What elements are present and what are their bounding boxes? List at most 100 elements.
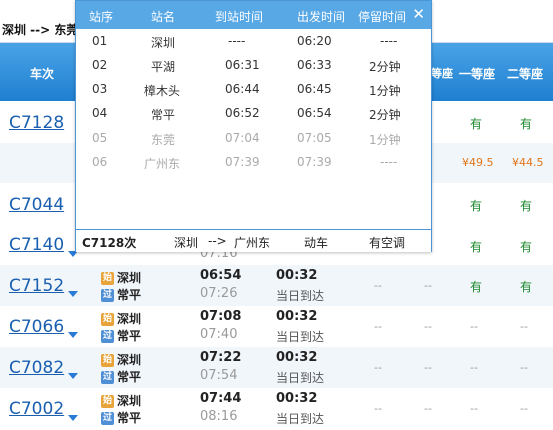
arrival-time: 07:26 xyxy=(200,286,238,301)
header-second-class: 二等座 xyxy=(507,67,544,81)
stop-name: 广州东 xyxy=(144,157,181,171)
second-class-price: ¥44.5 xyxy=(512,156,544,169)
chevron-down-icon[interactable] xyxy=(68,415,78,421)
pass-badge: 过 xyxy=(101,371,114,384)
second-class-availability[interactable]: 有 xyxy=(520,238,532,255)
table-row[interactable]: C7002 始深圳 过常平 07:44 08:16 00:32 当日到达 -- … xyxy=(0,388,553,430)
second-class-availability[interactable]: 有 xyxy=(520,197,532,214)
stop-seq: 03 xyxy=(92,82,108,96)
popup-col-departure: 出发时间 xyxy=(297,10,346,24)
seat-availability: -- xyxy=(374,320,382,333)
popup-stop-row: 05 东莞 07:04 07:05 1分钟 xyxy=(76,127,431,151)
chevron-down-icon[interactable] xyxy=(68,373,78,379)
train-number-link[interactable]: C7128 xyxy=(9,113,64,133)
footer-arrow: --> xyxy=(208,234,227,248)
first-class-availability[interactable]: 有 xyxy=(470,115,482,132)
duration: 00:32 xyxy=(276,350,318,365)
chevron-down-icon[interactable] xyxy=(68,291,78,297)
popup-stop-row: 01 深圳 ---- 06:20 ---- xyxy=(76,30,431,54)
from-station-name: 深圳 xyxy=(117,353,142,367)
footer-ac: 有空调 xyxy=(369,236,406,250)
header-business-seat: 等座 xyxy=(431,67,453,80)
popup-col-arrival: 到站时间 xyxy=(215,10,264,24)
first-class-availability: -- xyxy=(470,320,478,333)
to-station: 过常平 xyxy=(101,286,141,303)
popup-header: 站序 站名 到站时间 出发时间 停留时间 ✕ xyxy=(76,1,431,29)
popup-stop-row: 02 平湖 06:31 06:33 2分钟 xyxy=(76,54,431,78)
stop-name: 樟木头 xyxy=(144,84,181,98)
arrival-day: 当日到达 xyxy=(276,371,325,385)
chevron-down-icon[interactable] xyxy=(68,332,78,338)
start-badge: 始 xyxy=(101,395,114,408)
train-number-link[interactable]: C7152 xyxy=(9,276,64,296)
arrival-day: 当日到达 xyxy=(276,412,325,426)
popup-stop-row: 04 常平 06:52 06:54 2分钟 xyxy=(76,102,431,126)
from-station: 始深圳 xyxy=(101,269,141,286)
from-station-name: 深圳 xyxy=(117,312,142,326)
train-number-link[interactable]: C7002 xyxy=(9,399,64,419)
to-station-name: 常平 xyxy=(117,411,142,425)
pass-badge: 过 xyxy=(101,412,114,425)
arrival-time: 08:16 xyxy=(200,409,238,424)
table-row[interactable]: C7082 始深圳 过常平 07:22 07:54 00:32 当日到达 -- … xyxy=(0,347,553,389)
first-class-availability[interactable]: 有 xyxy=(470,278,482,295)
header-first-class: 一等座 xyxy=(459,67,496,81)
train-number-link[interactable]: C7066 xyxy=(9,317,64,337)
stop-seq: 06 xyxy=(92,155,108,169)
train-stops-popup: 站序 站名 到站时间 出发时间 停留时间 ✕ 01 深圳 ---- 06:20 … xyxy=(75,0,432,252)
to-station-name: 常平 xyxy=(117,288,142,302)
stop-departure: 06:54 xyxy=(297,106,332,120)
footer-from: 深圳 xyxy=(174,236,199,250)
duration: 00:32 xyxy=(276,268,318,283)
to-station: 过常平 xyxy=(101,368,141,385)
start-badge: 始 xyxy=(101,272,114,285)
close-icon[interactable]: ✕ xyxy=(412,5,425,23)
departure-time: 07:22 xyxy=(200,350,242,365)
duration: 00:32 xyxy=(276,309,318,324)
seat-availability: -- xyxy=(374,402,382,415)
first-class-availability[interactable]: 有 xyxy=(470,238,482,255)
stop-stay: 1分钟 xyxy=(369,133,401,147)
from-station: 始深圳 xyxy=(101,392,141,409)
stop-stay: 1分钟 xyxy=(369,84,401,98)
stop-stay: ---- xyxy=(380,34,398,48)
stop-arrival: 06:44 xyxy=(225,82,260,96)
to-station-name: 常平 xyxy=(117,329,142,343)
second-class-availability: -- xyxy=(520,402,528,415)
stop-arrival: 07:04 xyxy=(225,131,260,145)
start-badge: 始 xyxy=(101,354,114,367)
second-class-availability[interactable]: 有 xyxy=(520,115,532,132)
table-row[interactable]: C7152 始深圳 过常平 06:54 07:26 00:32 当日到达 -- … xyxy=(0,265,553,307)
stop-stay: 2分钟 xyxy=(369,60,401,74)
stop-departure: 06:45 xyxy=(297,82,332,96)
first-class-availability: -- xyxy=(470,361,478,374)
to-station: 过常平 xyxy=(101,409,141,426)
departure-time: 06:54 xyxy=(200,268,242,283)
table-row[interactable]: C7066 始深圳 过常平 07:08 07:40 00:32 当日到达 -- … xyxy=(0,306,553,348)
to-station-name: 常平 xyxy=(117,370,142,384)
from-station-name: 深圳 xyxy=(117,394,142,408)
stop-seq: 05 xyxy=(92,131,108,145)
seat-availability: -- xyxy=(424,402,432,415)
second-class-availability[interactable]: 有 xyxy=(520,278,532,295)
train-number-link[interactable]: C7140 xyxy=(9,235,64,255)
footer-train: C7128次 xyxy=(82,236,137,250)
stop-stay: ---- xyxy=(380,155,398,169)
first-class-availability[interactable]: 有 xyxy=(470,197,482,214)
duration: 00:32 xyxy=(276,391,318,406)
departure-time: 07:44 xyxy=(200,391,242,406)
seat-availability: -- xyxy=(424,320,432,333)
stop-name: 深圳 xyxy=(151,36,176,50)
stop-seq: 02 xyxy=(92,58,108,72)
seat-availability: -- xyxy=(374,279,382,292)
pass-badge: 过 xyxy=(101,330,114,343)
popup-footer: C7128次 深圳 --> 广州东 动车 有空调 xyxy=(76,229,431,252)
stop-stay: 2分钟 xyxy=(369,108,401,122)
footer-to: 广州东 xyxy=(234,236,271,250)
train-number-link[interactable]: C7082 xyxy=(9,358,64,378)
stop-arrival: ---- xyxy=(228,34,246,48)
start-badge: 始 xyxy=(101,313,114,326)
train-number-link[interactable]: C7044 xyxy=(9,195,64,215)
stop-arrival: 06:31 xyxy=(225,58,260,72)
first-class-price: ¥49.5 xyxy=(462,156,494,169)
